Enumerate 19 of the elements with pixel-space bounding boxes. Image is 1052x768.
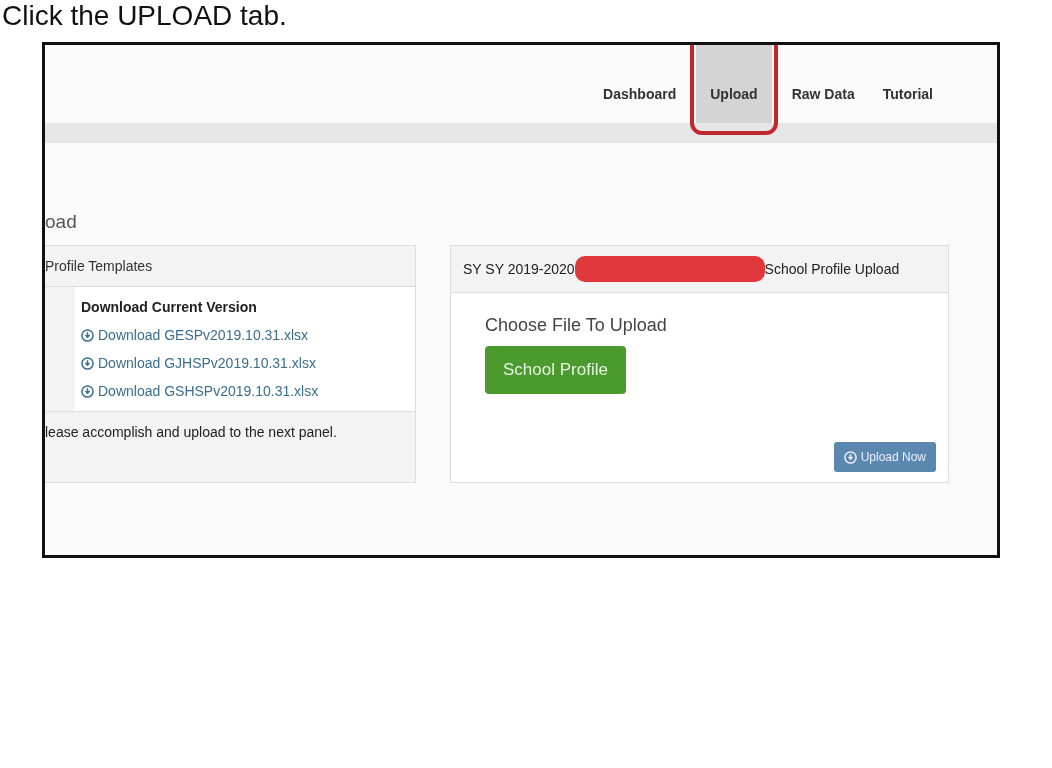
nav-tab[interactable]: Raw Data xyxy=(777,45,869,123)
panel-title: School Profile Upload xyxy=(764,261,900,277)
download-link[interactable]: Download GESPv2019.10.31.xlsx xyxy=(75,321,315,349)
panel-title: SY SY 2019-2020 xyxy=(463,261,575,277)
download-link[interactable]: Download GJHSPv2019.10.31.xlsx xyxy=(75,349,322,377)
instruction-heading: Click the UPLOAD tab. xyxy=(1,0,288,32)
nav-tab[interactable]: Tutorial xyxy=(868,45,947,123)
file-button[interactable]: School Profile xyxy=(485,346,626,394)
download-icon xyxy=(81,384,94,398)
panel-footer-text: lease accomplish and upload to the next panel. xyxy=(45,411,415,452)
page-title: oad xyxy=(45,211,78,233)
download-icon xyxy=(81,356,94,370)
download-link[interactable]: Download GSHSPv2019.10.31.xlsx xyxy=(75,377,325,405)
upload-button[interactable]: Upload Now xyxy=(833,442,936,472)
download-icon xyxy=(81,328,94,342)
nav-tab[interactable]: Upload xyxy=(696,45,772,123)
upload-label: Choose File To Upload xyxy=(485,315,668,336)
nav-tab[interactable]: Dashboard xyxy=(589,45,691,123)
list-heading: Download Current Version xyxy=(80,298,258,317)
